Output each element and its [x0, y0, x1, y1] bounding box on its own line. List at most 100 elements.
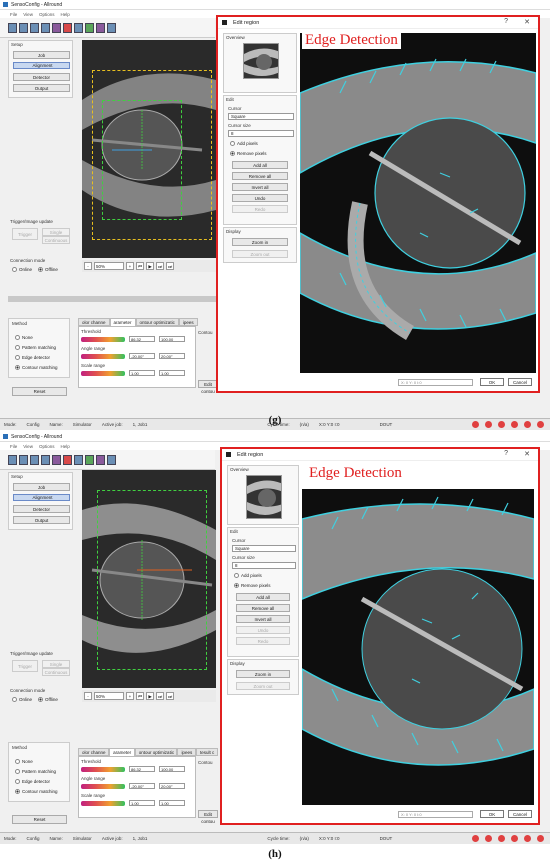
last-frame-icon[interactable]: ⏭ [166, 692, 175, 700]
remove-all-button[interactable]: Remove all [232, 172, 288, 180]
invert-all-button[interactable]: Invert all [236, 615, 290, 623]
overview-thumbnail[interactable] [246, 475, 282, 519]
reset-button[interactable]: Reset [12, 815, 67, 824]
continuous-button[interactable]: Continuous [42, 668, 70, 676]
tab-parameter[interactable]: arameter [109, 748, 135, 756]
model-region[interactable] [102, 100, 182, 220]
job-button[interactable]: Job [13, 51, 70, 59]
zoom-in-button[interactable]: + [126, 692, 134, 700]
next-frame-icon[interactable]: ⏭ [156, 692, 165, 700]
add-all-button[interactable]: Add all [236, 593, 290, 601]
save-icon[interactable] [30, 22, 39, 33]
detector-button[interactable]: Detector [13, 505, 70, 513]
cancel-button[interactable]: Cancel [508, 810, 532, 818]
method-pattern[interactable]: Pattern matching [15, 769, 56, 774]
open-icon[interactable] [19, 454, 28, 465]
zoom-out-button[interactable]: - [84, 692, 92, 700]
method-edge[interactable]: Edge detector [15, 355, 50, 360]
play-icon[interactable]: ▶ [146, 262, 155, 270]
monitor-icon[interactable] [85, 454, 94, 465]
zoom-out-button[interactable]: Zoom out [236, 682, 290, 690]
help-icon[interactable]: ? [504, 18, 508, 25]
menu-help[interactable]: Help [60, 444, 69, 449]
open-icon[interactable] [19, 22, 28, 33]
new-icon[interactable] [8, 22, 17, 33]
alignment-button[interactable]: Alignment [13, 62, 70, 69]
edit-contour-button[interactable]: Edit contou [198, 380, 218, 394]
angle-slider[interactable] [81, 784, 125, 789]
edge-image[interactable] [302, 489, 534, 805]
menu-help[interactable]: Help [60, 12, 69, 17]
tab-contour-optimization[interactable]: ontour optimizatic [135, 318, 179, 326]
camera-viewer[interactable] [82, 470, 216, 688]
add-pixels-radio[interactable]: Add pixels [234, 573, 262, 578]
menu-view[interactable]: View [23, 444, 33, 449]
remove-all-button[interactable]: Remove all [236, 604, 290, 612]
zoom-in-button[interactable]: Zoom in [236, 670, 290, 678]
new-icon[interactable] [8, 454, 17, 465]
close-icon[interactable]: ✕ [524, 450, 530, 458]
angle-max-input[interactable]: 20.00° [159, 353, 185, 359]
zoom-in-button[interactable]: Zoom in [232, 238, 288, 246]
undo-button[interactable]: Undo [236, 626, 290, 634]
help-icon[interactable] [107, 22, 116, 33]
next-frame-icon[interactable]: ⏭ [156, 262, 165, 270]
zoom-select[interactable]: 50% [94, 262, 124, 270]
edge-image[interactable] [300, 33, 536, 373]
threshold-max-input[interactable]: 100.00 [159, 766, 185, 772]
threshold-min-input[interactable]: 86.32 [129, 766, 155, 772]
scale-max-input[interactable]: 1.00 [159, 800, 185, 806]
offline-radio[interactable]: Offline [38, 267, 58, 272]
single-button[interactable]: Single [42, 228, 70, 236]
alignment-button[interactable]: Alignment [13, 494, 70, 501]
add-all-button[interactable]: Add all [232, 161, 288, 169]
method-pattern[interactable]: Pattern matching [15, 345, 56, 350]
camera-icon[interactable] [41, 22, 50, 33]
threshold-max-input[interactable]: 100.00 [159, 336, 185, 342]
threshold-slider[interactable] [81, 337, 125, 342]
tab-parameter[interactable]: arameter [109, 318, 136, 326]
add-pixels-radio[interactable]: Add pixels [230, 141, 258, 146]
redo-button[interactable]: Redo [236, 637, 290, 645]
grid-icon[interactable] [74, 454, 83, 465]
angle-min-input[interactable]: -20.00° [129, 783, 155, 789]
angle-min-input[interactable]: -20.00° [129, 353, 155, 359]
angle-max-input[interactable]: 20.00° [159, 783, 185, 789]
save-icon[interactable] [30, 454, 39, 465]
tab-contour-optimization[interactable]: ontour optimizatic [134, 748, 178, 756]
method-none[interactable]: None [15, 335, 33, 340]
detector-button[interactable]: Detector [13, 73, 70, 81]
tab-color-channel[interactable]: olor channe [78, 318, 110, 326]
scale-slider[interactable] [81, 371, 125, 376]
stop-icon[interactable] [63, 454, 72, 465]
ok-button[interactable]: OK [480, 810, 504, 818]
undo-button[interactable]: Undo [232, 194, 288, 202]
overview-thumbnail[interactable] [243, 43, 279, 79]
method-edge[interactable]: Edge detector [15, 779, 50, 784]
menu-file[interactable]: File [10, 12, 17, 17]
trigger-button[interactable]: Trigger [12, 660, 38, 672]
output-button[interactable]: Output [13, 84, 70, 92]
threshold-min-input[interactable]: 86.32 [129, 336, 155, 342]
reset-button[interactable]: Reset [12, 387, 67, 396]
zoom-select[interactable]: 50% [94, 692, 124, 700]
edit-contour-button[interactable]: Edit contou [198, 810, 218, 824]
grid-icon[interactable] [74, 22, 83, 33]
first-frame-icon[interactable]: ⏮ [136, 262, 145, 270]
invert-all-button[interactable]: Invert all [232, 183, 288, 191]
tab-result[interactable]: tesult c [196, 748, 218, 756]
chat-icon[interactable] [96, 22, 105, 33]
cursor-size-input[interactable]: 8 [232, 562, 296, 569]
ok-button[interactable]: OK [480, 378, 504, 386]
scale-min-input[interactable]: 1.00 [129, 800, 155, 806]
redo-button[interactable]: Redo [232, 205, 288, 213]
offline-radio[interactable]: Offline [38, 697, 58, 702]
output-button[interactable]: Output [13, 516, 70, 524]
online-radio[interactable]: Online [12, 267, 32, 272]
last-frame-icon[interactable]: ⏭ [166, 262, 175, 270]
scale-slider[interactable] [81, 801, 125, 806]
cancel-button[interactable]: Cancel [508, 378, 532, 386]
method-contour[interactable]: Contour matching [15, 365, 58, 370]
model-region[interactable] [97, 490, 207, 670]
scale-min-input[interactable]: 1.00 [129, 370, 155, 376]
